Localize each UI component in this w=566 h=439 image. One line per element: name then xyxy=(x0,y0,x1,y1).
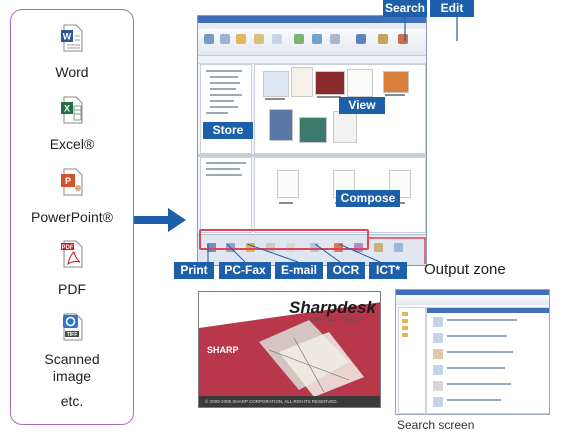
ocr-label: OCR xyxy=(327,262,365,279)
photo-thumbnail[interactable] xyxy=(315,71,345,95)
file-type-label-word: Word xyxy=(55,64,89,80)
edit-callout: Edit xyxy=(430,0,474,17)
splash-brand-logo: SHARP xyxy=(207,345,239,355)
tiff-icon-badge: TIFF xyxy=(67,332,78,338)
scanned-label-line-1: Scanned xyxy=(44,351,100,367)
pdf-document-icon: PDF xyxy=(61,240,83,268)
document-thumbnail[interactable] xyxy=(347,69,373,97)
search-screen-caption: Search screen xyxy=(397,418,475,432)
toolbar-button[interactable] xyxy=(272,34,282,44)
window-toolbar xyxy=(198,29,426,56)
excel-spreadsheet-icon: X xyxy=(61,96,83,124)
splash-subtitle: SHARP CORPORATION xyxy=(309,317,365,323)
toolbar-button[interactable] xyxy=(312,34,322,44)
ict-label: ICT* xyxy=(369,262,407,279)
file-type-label-pdf: PDF xyxy=(58,281,86,297)
pdf-icon-badge: PDF xyxy=(62,245,74,251)
svg-text:W: W xyxy=(63,32,72,42)
toolbar-button[interactable] xyxy=(220,34,230,44)
document-thumbnail[interactable] xyxy=(291,67,313,97)
file-type-label-powerpoint: PowerPoint® xyxy=(31,209,113,225)
view-callout: View xyxy=(339,97,385,114)
powerpoint-document-icon: P xyxy=(61,168,83,196)
search-screen-window xyxy=(395,289,550,415)
file-type-label-etc: etc. xyxy=(60,393,84,409)
svg-text:X: X xyxy=(64,104,70,114)
file-type-label-excel: Excel® xyxy=(49,136,95,152)
window-titlebar xyxy=(198,16,426,23)
photo-thumbnail[interactable] xyxy=(383,71,409,93)
email-label: E-mail xyxy=(275,262,323,279)
store-callout: Store xyxy=(203,122,253,139)
search-results-list[interactable] xyxy=(426,307,549,414)
tiff-image-icon: TIFF xyxy=(63,313,83,341)
page-thumbnail[interactable] xyxy=(277,170,299,198)
compose-callout: Compose xyxy=(336,190,400,207)
splash-title: Sharpdesk xyxy=(289,298,376,317)
splash-copyright: © 2000-2005 SHARP CORPORATION, ALL RIGHT… xyxy=(205,399,338,404)
document-thumbnail[interactable] xyxy=(263,71,289,97)
document-thumbnail[interactable] xyxy=(333,111,357,143)
toolbar-button[interactable] xyxy=(330,34,340,44)
right-arrow-icon xyxy=(134,208,186,232)
search-toolbar-button[interactable] xyxy=(356,34,366,44)
sharpdesk-splash-screen: Sharpdesk SHARP CORPORATION SHARP © 2000… xyxy=(198,291,381,408)
print-label: Print xyxy=(174,262,214,279)
search-tree-pane[interactable] xyxy=(398,307,426,414)
word-document-icon: W xyxy=(61,24,83,52)
pcfax-label: PC-Fax xyxy=(219,262,271,279)
file-type-label-scanned-image: Scanned image xyxy=(11,351,133,385)
toolbar-button[interactable] xyxy=(204,34,214,44)
folder-tree-pane[interactable] xyxy=(200,64,252,154)
toolbar-button[interactable] xyxy=(294,34,304,44)
compose-list-pane[interactable] xyxy=(200,157,252,233)
output-label-connectors xyxy=(207,244,381,263)
scanned-label-line-2: image xyxy=(52,368,92,384)
svg-text:P: P xyxy=(65,176,71,186)
toolbar-button[interactable] xyxy=(254,34,264,44)
edit-toolbar-button[interactable] xyxy=(378,34,388,44)
address-bar[interactable] xyxy=(198,56,426,64)
photo-thumbnail[interactable] xyxy=(299,117,327,143)
search-callout: Search xyxy=(383,0,427,17)
file-types-panel: W Word X Excel® P PowerPoint® PDF PDF TI… xyxy=(10,9,134,425)
callout-connector xyxy=(404,17,458,41)
photo-thumbnail[interactable] xyxy=(269,109,293,141)
toolbar-button[interactable] xyxy=(236,34,246,44)
output-zone-label: Output zone xyxy=(424,261,506,278)
